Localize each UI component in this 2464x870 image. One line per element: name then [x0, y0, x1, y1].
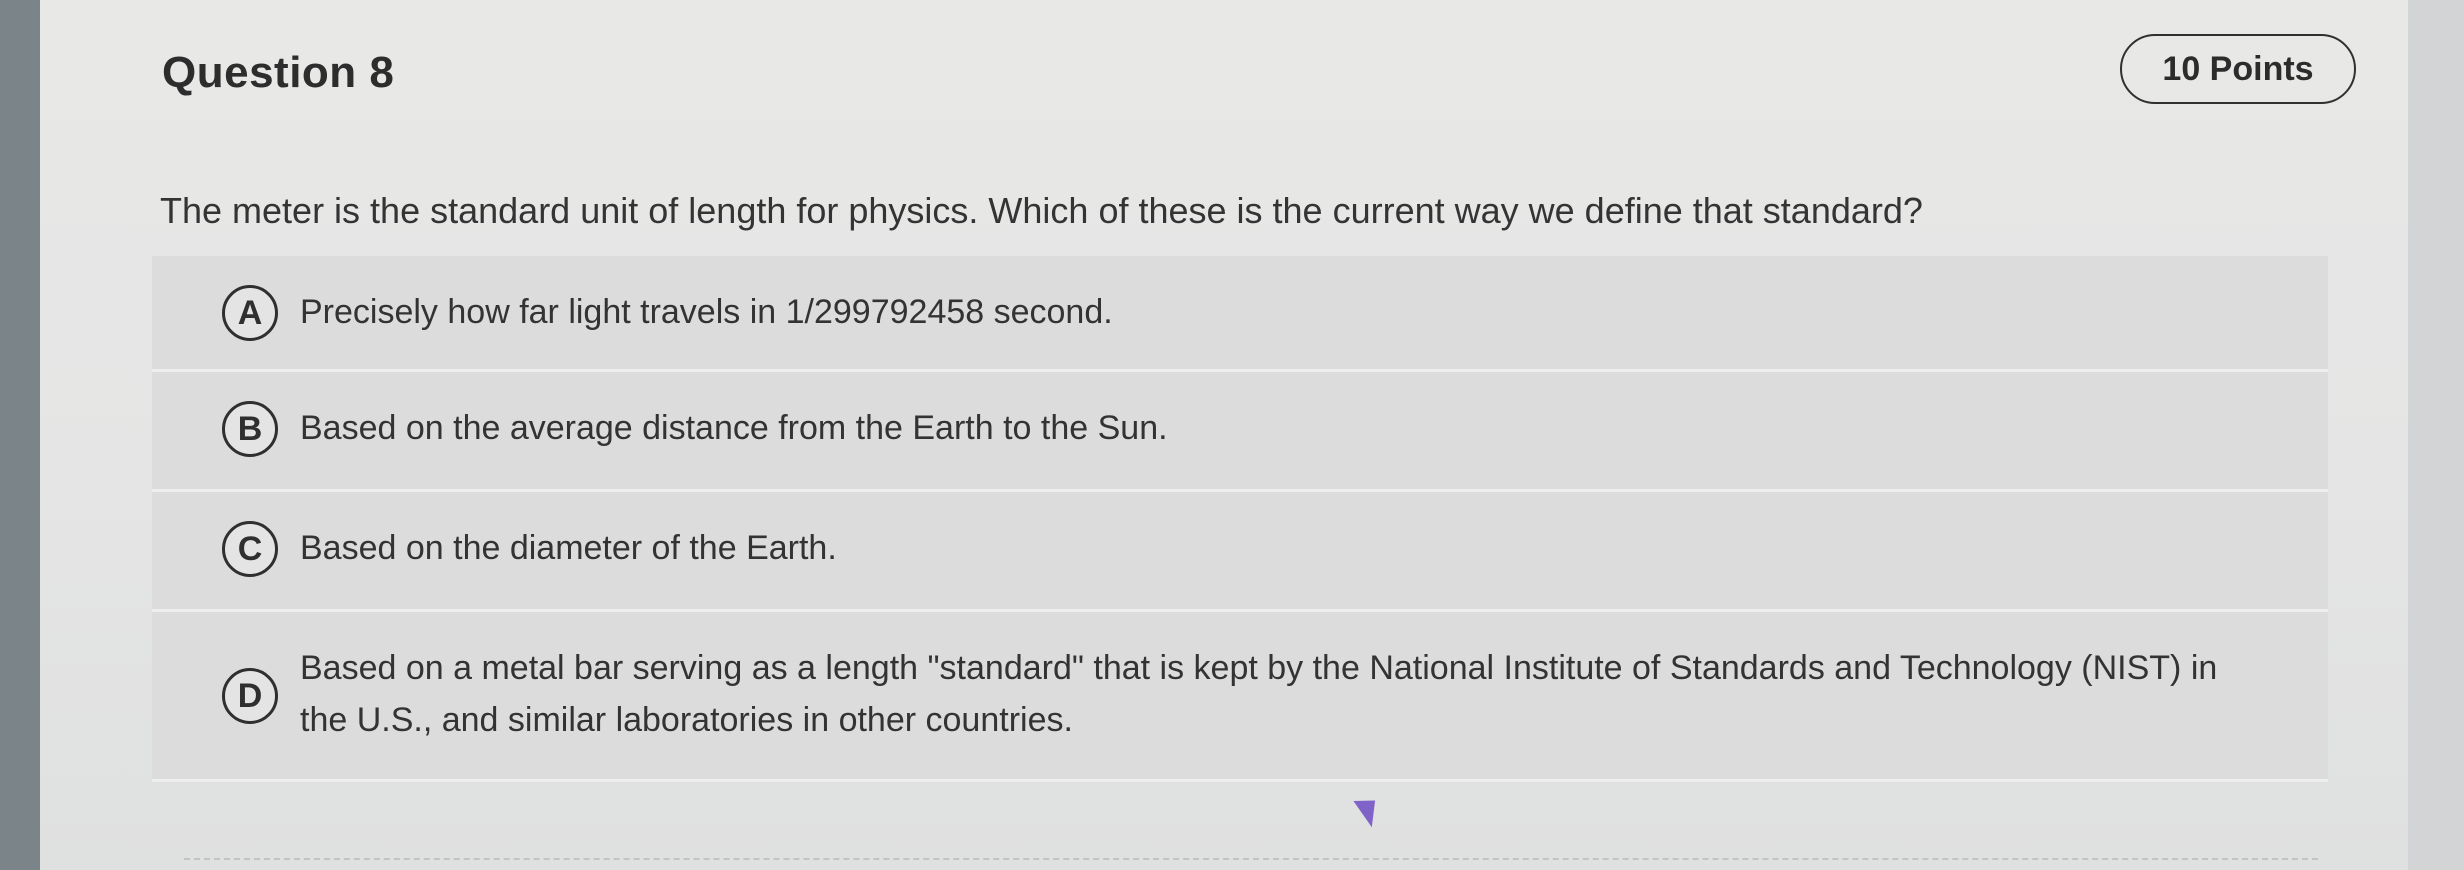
answer-option-d-letter: D: [222, 668, 278, 724]
answer-option-a[interactable]: A Precisely how far light travels in 1/2…: [152, 256, 2328, 372]
points-badge: 10 Points: [2120, 34, 2356, 104]
answer-option-a-letter: A: [222, 285, 278, 341]
answer-option-c-letter: C: [222, 521, 278, 577]
answer-option-b-text: Based on the average distance from the E…: [300, 409, 1168, 447]
left-rail: [0, 0, 40, 870]
answer-option-d[interactable]: D Based on a metal bar serving as a leng…: [152, 612, 2328, 782]
bottom-divider: [184, 858, 2318, 860]
right-rail: [2407, 0, 2464, 870]
answer-option-b[interactable]: B Based on the average distance from the…: [152, 372, 2328, 492]
question-prompt: The meter is the standard unit of length…: [160, 190, 1923, 231]
question-card: Question 8 10 Points The meter is the st…: [40, 0, 2408, 870]
question-title: Question 8: [162, 48, 395, 97]
answer-option-c[interactable]: C Based on the diameter of the Earth.: [152, 492, 2328, 612]
answer-option-d-text: Based on a metal bar serving as a length…: [300, 649, 2218, 739]
answer-option-b-letter: B: [222, 401, 278, 457]
answer-option-c-text: Based on the diameter of the Earth.: [300, 529, 837, 567]
answer-option-a-text: Precisely how far light travels in 1/299…: [300, 293, 1113, 331]
